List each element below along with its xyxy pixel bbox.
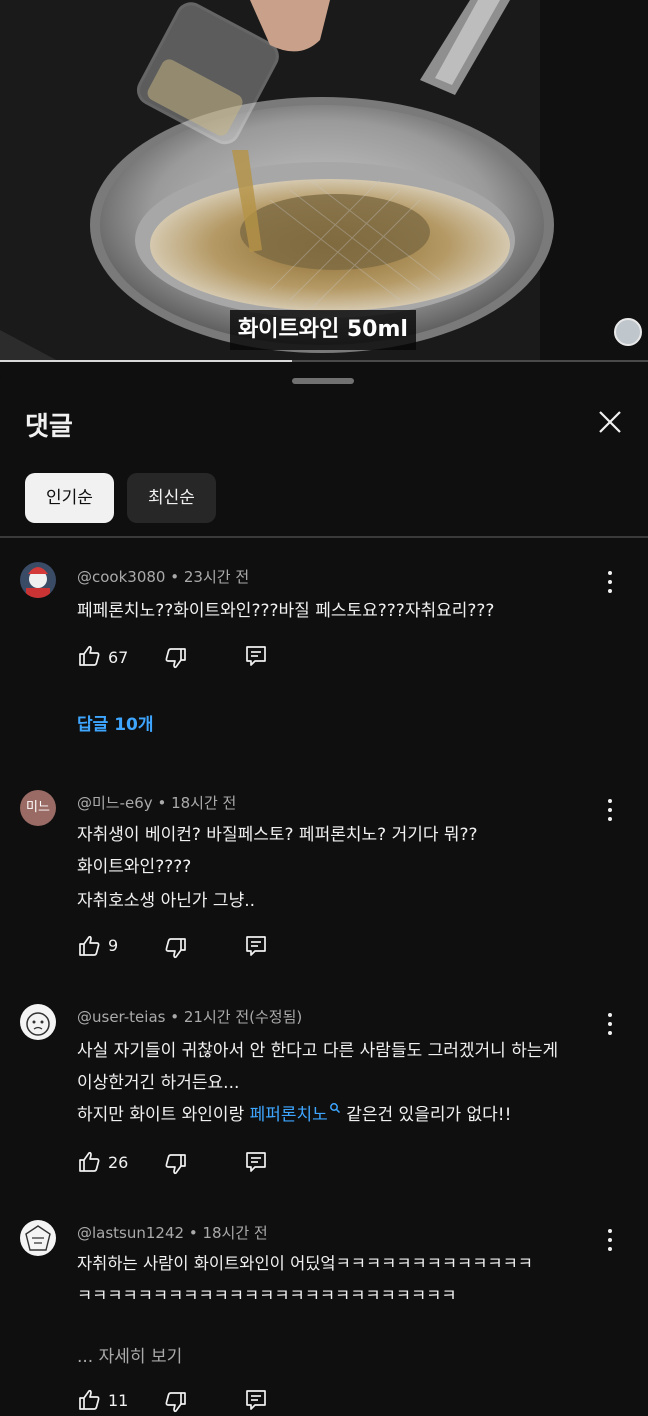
comment-icon[interactable] xyxy=(244,934,268,958)
video-frame xyxy=(0,0,648,362)
like-count: 26 xyxy=(108,1153,129,1172)
comment-more-button[interactable] xyxy=(600,1010,620,1038)
channel-watermark-icon xyxy=(614,318,642,346)
sheet-title: 댓글 xyxy=(25,412,73,442)
avatar-image xyxy=(26,1012,50,1036)
comment-meta: @lastsun1242 • 18시간 전 xyxy=(77,1224,268,1242)
thumb-up-icon[interactable] xyxy=(77,1150,101,1174)
see-more-button[interactable]: ... 자세히 보기 xyxy=(77,1342,182,1367)
thumb-up-icon[interactable] xyxy=(77,644,101,668)
thumb-down-icon[interactable] xyxy=(164,1152,188,1176)
comment-meta: @미느-e6y • 18시간 전 xyxy=(77,794,237,812)
close-icon xyxy=(599,411,621,433)
avatar[interactable] xyxy=(20,1004,56,1040)
comment-icon[interactable] xyxy=(244,1150,268,1174)
comment-author[interactable]: @미느-e6y xyxy=(77,794,153,812)
like-count: 67 xyxy=(108,648,129,667)
comment-icon[interactable] xyxy=(244,1388,268,1412)
thumb-down-icon[interactable] xyxy=(164,1390,188,1414)
search-icon[interactable] xyxy=(329,1102,341,1114)
thumb-down-icon[interactable] xyxy=(164,936,188,960)
comment-author[interactable]: @lastsun1242 xyxy=(77,1224,184,1242)
replies-button[interactable]: 답글 10개 xyxy=(77,710,154,735)
comment-more-button[interactable] xyxy=(600,1226,620,1254)
video-subtitle: 화이트와인 50ml xyxy=(230,310,416,350)
comment-text-line: 하지만 화이트 와인이랑 페퍼론치노 같은건 있을리가 없다!! xyxy=(77,1100,511,1125)
comment-text-line: 자취호소생 아닌가 그냥.. xyxy=(77,891,256,911)
comment-meta: @cook3080 • 23시간 전 xyxy=(77,568,250,586)
avatar-image xyxy=(25,1225,51,1251)
comment-time: 21시간 전(수정됨) xyxy=(183,1008,303,1026)
sort-chip-popular[interactable]: 인기순 xyxy=(25,473,114,523)
comment-more-button[interactable] xyxy=(600,796,620,824)
drag-handle[interactable] xyxy=(292,378,354,384)
close-button[interactable] xyxy=(592,404,628,440)
comment-text-line: 페페론치노??화이트와인???바질 페스토요???자취요리??? xyxy=(77,601,495,621)
like-count: 11 xyxy=(108,1391,129,1410)
avatar-image xyxy=(20,562,56,598)
divider xyxy=(0,536,648,538)
comment-author[interactable]: @cook3080 xyxy=(77,568,165,586)
like-count: 9 xyxy=(108,936,119,955)
video-progress-bar[interactable] xyxy=(0,360,648,362)
thumb-up-icon[interactable] xyxy=(77,934,101,958)
comment-author[interactable]: @user-teias xyxy=(77,1008,165,1026)
comment-text-segment: 같은건 있을리가 없다!! xyxy=(340,1105,512,1125)
comment-time: 18시간 전 xyxy=(171,794,237,812)
sort-chip-newest[interactable]: 최신순 xyxy=(127,473,216,523)
comment-text-line: ㅋㅋㅋㅋㅋㅋㅋㅋㅋㅋㅋㅋㅋㅋㅋㅋㅋㅋㅋㅋㅋㅋㅋㅋㅋ xyxy=(77,1286,457,1305)
comment-time: 18시간 전 xyxy=(202,1224,268,1242)
avatar[interactable] xyxy=(20,1220,56,1256)
video-player[interactable]: 화이트와인 50ml xyxy=(0,0,648,362)
avatar[interactable]: 미느 xyxy=(20,790,56,826)
comment-text-line: 이상한거긴 하거든요... xyxy=(77,1073,240,1093)
comment-icon[interactable] xyxy=(244,644,268,668)
comment-text-line: 자취생이 베이컨? 바질페스토? 페퍼론치노? 거기다 뭐?? xyxy=(77,825,478,845)
comment-text-line: 화이트와인???? xyxy=(77,857,192,877)
search-link[interactable]: 페퍼론치노 xyxy=(250,1105,328,1125)
comment-text-line: 사실 자기들이 귀찮아서 안 한다고 다른 사람들도 그러겠거니 하는게 xyxy=(77,1041,559,1061)
comment-time: 23시간 전 xyxy=(183,568,250,586)
thumb-down-icon[interactable] xyxy=(164,646,188,670)
video-progress-fill xyxy=(0,360,292,362)
thumb-up-icon[interactable] xyxy=(77,1388,101,1412)
comment-meta: @user-teias • 21시간 전(수정됨) xyxy=(77,1008,303,1026)
comment-more-button[interactable] xyxy=(600,568,620,596)
comment-text-segment: 하지만 화이트 와인이랑 xyxy=(77,1105,250,1125)
avatar[interactable] xyxy=(20,562,56,598)
comment-text-line: 자취하는 사람이 화이트와인이 어딨엌ㅋㅋㅋㅋㅋㅋㅋㅋㅋㅋㅋㅋㅋ xyxy=(77,1254,533,1273)
